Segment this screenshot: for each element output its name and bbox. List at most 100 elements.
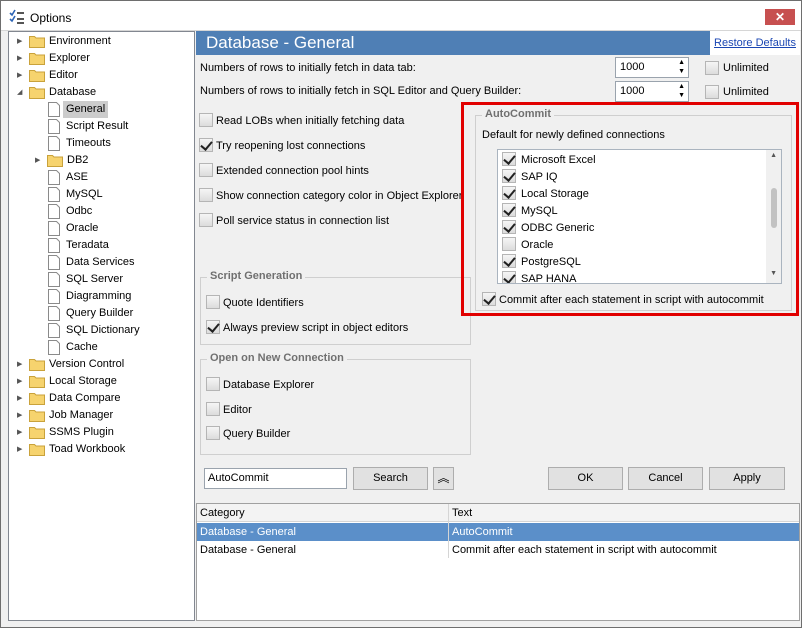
unlimited-data-tab-checkbox[interactable] [705, 61, 719, 75]
category-cell: Database - General [200, 526, 296, 538]
tree-item[interactable]: ▶ Version Control [9, 356, 194, 373]
tree-item[interactable]: ▶ Job Manager [9, 407, 194, 424]
tree-item-label: Timeouts [66, 137, 111, 149]
tree-item[interactable]: MySQL [9, 186, 194, 203]
table-row[interactable]: Database - General AutoCommit [197, 523, 799, 541]
cancel-button[interactable]: Cancel [628, 467, 703, 490]
tree-item[interactable]: ▶ Editor [9, 67, 194, 84]
fetch-editor-spinner[interactable]: 1000 ▲ ▼ [615, 81, 689, 102]
expanded-arrow-icon[interactable]: ◢ [17, 84, 27, 101]
collapsed-arrow-icon[interactable]: ▶ [17, 407, 27, 424]
search-results-grid[interactable]: Category Text Database - General AutoComm… [196, 503, 800, 621]
tree-item-label: SSMS Plugin [49, 426, 114, 438]
fetch-data-tab-spinner[interactable]: 1000 ▲ ▼ [615, 57, 689, 78]
folder-icon [29, 86, 45, 99]
tree-item[interactable]: ▶ DB2 [9, 152, 194, 169]
title-bar: Options ✕ [1, 1, 801, 31]
tree-item[interactable]: Timeouts [9, 135, 194, 152]
page-icon [48, 323, 60, 338]
collapsed-arrow-icon[interactable]: ▶ [17, 390, 27, 407]
tree-item[interactable]: SQL Server [9, 271, 194, 288]
restore-defaults-link[interactable]: Restore Defaults [710, 31, 800, 55]
tree-item[interactable]: ▶ SSMS Plugin [9, 424, 194, 441]
collapsed-arrow-icon[interactable]: ▶ [17, 373, 27, 390]
close-button[interactable]: ✕ [765, 9, 795, 25]
tree-item[interactable]: Script Result [9, 118, 194, 135]
tree-item[interactable]: ▶ Environment [9, 33, 194, 50]
script-generation-option-label: Quote Identifiers [223, 297, 304, 309]
open-on-connection-option-checkbox[interactable] [206, 426, 220, 440]
page-title: Database - General [206, 33, 355, 52]
column-header-category[interactable]: Category [197, 504, 245, 522]
tree-item[interactable]: Teradata [9, 237, 194, 254]
grid-header: Category Text [197, 504, 799, 522]
folder-icon [29, 426, 45, 439]
general-option-label: Read LOBs when initially fetching data [216, 115, 405, 127]
tree-item-label: Database [49, 86, 97, 98]
tree-item-label: SQL Server [66, 273, 124, 285]
tree-item[interactable]: ◢ Database [9, 84, 194, 101]
tree-item[interactable]: Diagramming [9, 288, 194, 305]
spin-up-icon[interactable]: ▲ [678, 59, 685, 66]
tree-item[interactable]: SQL Dictionary [9, 322, 194, 339]
general-option-checkbox[interactable] [199, 113, 213, 127]
general-option-label: Show connection category color in Object… [216, 190, 463, 202]
collapsed-arrow-icon[interactable]: ▶ [17, 356, 27, 373]
tree-item-label: SQL Dictionary [66, 324, 140, 336]
ok-button[interactable]: OK [548, 467, 623, 490]
page-icon [48, 119, 60, 134]
search-input[interactable]: AutoCommit [204, 468, 347, 489]
table-row[interactable]: Database - General Commit after each stat… [197, 541, 799, 559]
collapsed-arrow-icon[interactable]: ▶ [17, 67, 27, 84]
apply-button[interactable]: Apply [709, 467, 785, 490]
collapse-up-button[interactable]: ︽ [433, 467, 454, 490]
options-checklist-icon [9, 9, 24, 24]
tree-item-label: Local Storage [49, 375, 117, 387]
page-icon [48, 306, 60, 321]
collapsed-arrow-icon[interactable]: ▶ [35, 152, 45, 169]
folder-icon [29, 52, 45, 65]
general-option-checkbox[interactable] [199, 138, 213, 152]
open-on-connection-option-checkbox[interactable] [206, 401, 220, 416]
double-chevron-up-icon: ︽ [437, 471, 450, 485]
tree-item[interactable]: Odbc [9, 203, 194, 220]
spin-down-icon[interactable]: ▼ [678, 92, 685, 99]
tree-item[interactable]: General [9, 101, 194, 118]
tree-item[interactable]: Oracle [9, 220, 194, 237]
tree-item-label: Environment [49, 35, 111, 47]
fetch-data-tab-value: 1000 [620, 61, 645, 73]
tree-item-label: Odbc [66, 205, 93, 217]
collapsed-arrow-icon[interactable]: ▶ [17, 441, 27, 458]
search-button[interactable]: Search [353, 467, 428, 490]
spin-down-icon[interactable]: ▼ [678, 68, 685, 75]
tree-item[interactable]: ▶ Explorer [9, 50, 194, 67]
page-header: Database - General Restore Defaults [196, 31, 800, 55]
page-icon [48, 289, 60, 304]
open-on-connection-option-checkbox[interactable] [206, 377, 220, 391]
folder-icon [29, 409, 45, 422]
tree-item[interactable]: ▶ Data Compare [9, 390, 194, 407]
collapsed-arrow-icon[interactable]: ▶ [17, 424, 27, 441]
tree-item[interactable]: ASE [9, 169, 194, 186]
collapsed-arrow-icon[interactable]: ▶ [17, 50, 27, 67]
script-generation-option-checkbox[interactable] [206, 320, 220, 334]
tree-item-label: Script Result [66, 120, 129, 132]
text-cell: AutoCommit [452, 526, 513, 538]
tree-item[interactable]: ▶ Local Storage [9, 373, 194, 390]
tree-item[interactable]: Query Builder [9, 305, 194, 322]
tree-item-label: Editor [49, 69, 78, 81]
column-header-text[interactable]: Text [449, 504, 472, 522]
page-icon [48, 272, 60, 287]
general-option-checkbox[interactable] [199, 188, 213, 202]
spin-up-icon[interactable]: ▲ [678, 83, 685, 90]
tree-item[interactable]: ▶ Toad Workbook [9, 441, 194, 458]
script-generation-option-checkbox[interactable] [206, 295, 220, 309]
unlimited-editor-checkbox[interactable] [705, 85, 719, 99]
page-icon [48, 102, 60, 117]
general-option-checkbox[interactable] [199, 213, 213, 227]
options-tree[interactable]: ▶ Environment ▶ Explorer ▶ Editor ◢ Database Gen… [8, 31, 195, 621]
tree-item[interactable]: Data Services [9, 254, 194, 271]
general-option-checkbox[interactable] [199, 163, 213, 177]
collapsed-arrow-icon[interactable]: ▶ [17, 33, 27, 50]
tree-item[interactable]: Cache [9, 339, 194, 356]
